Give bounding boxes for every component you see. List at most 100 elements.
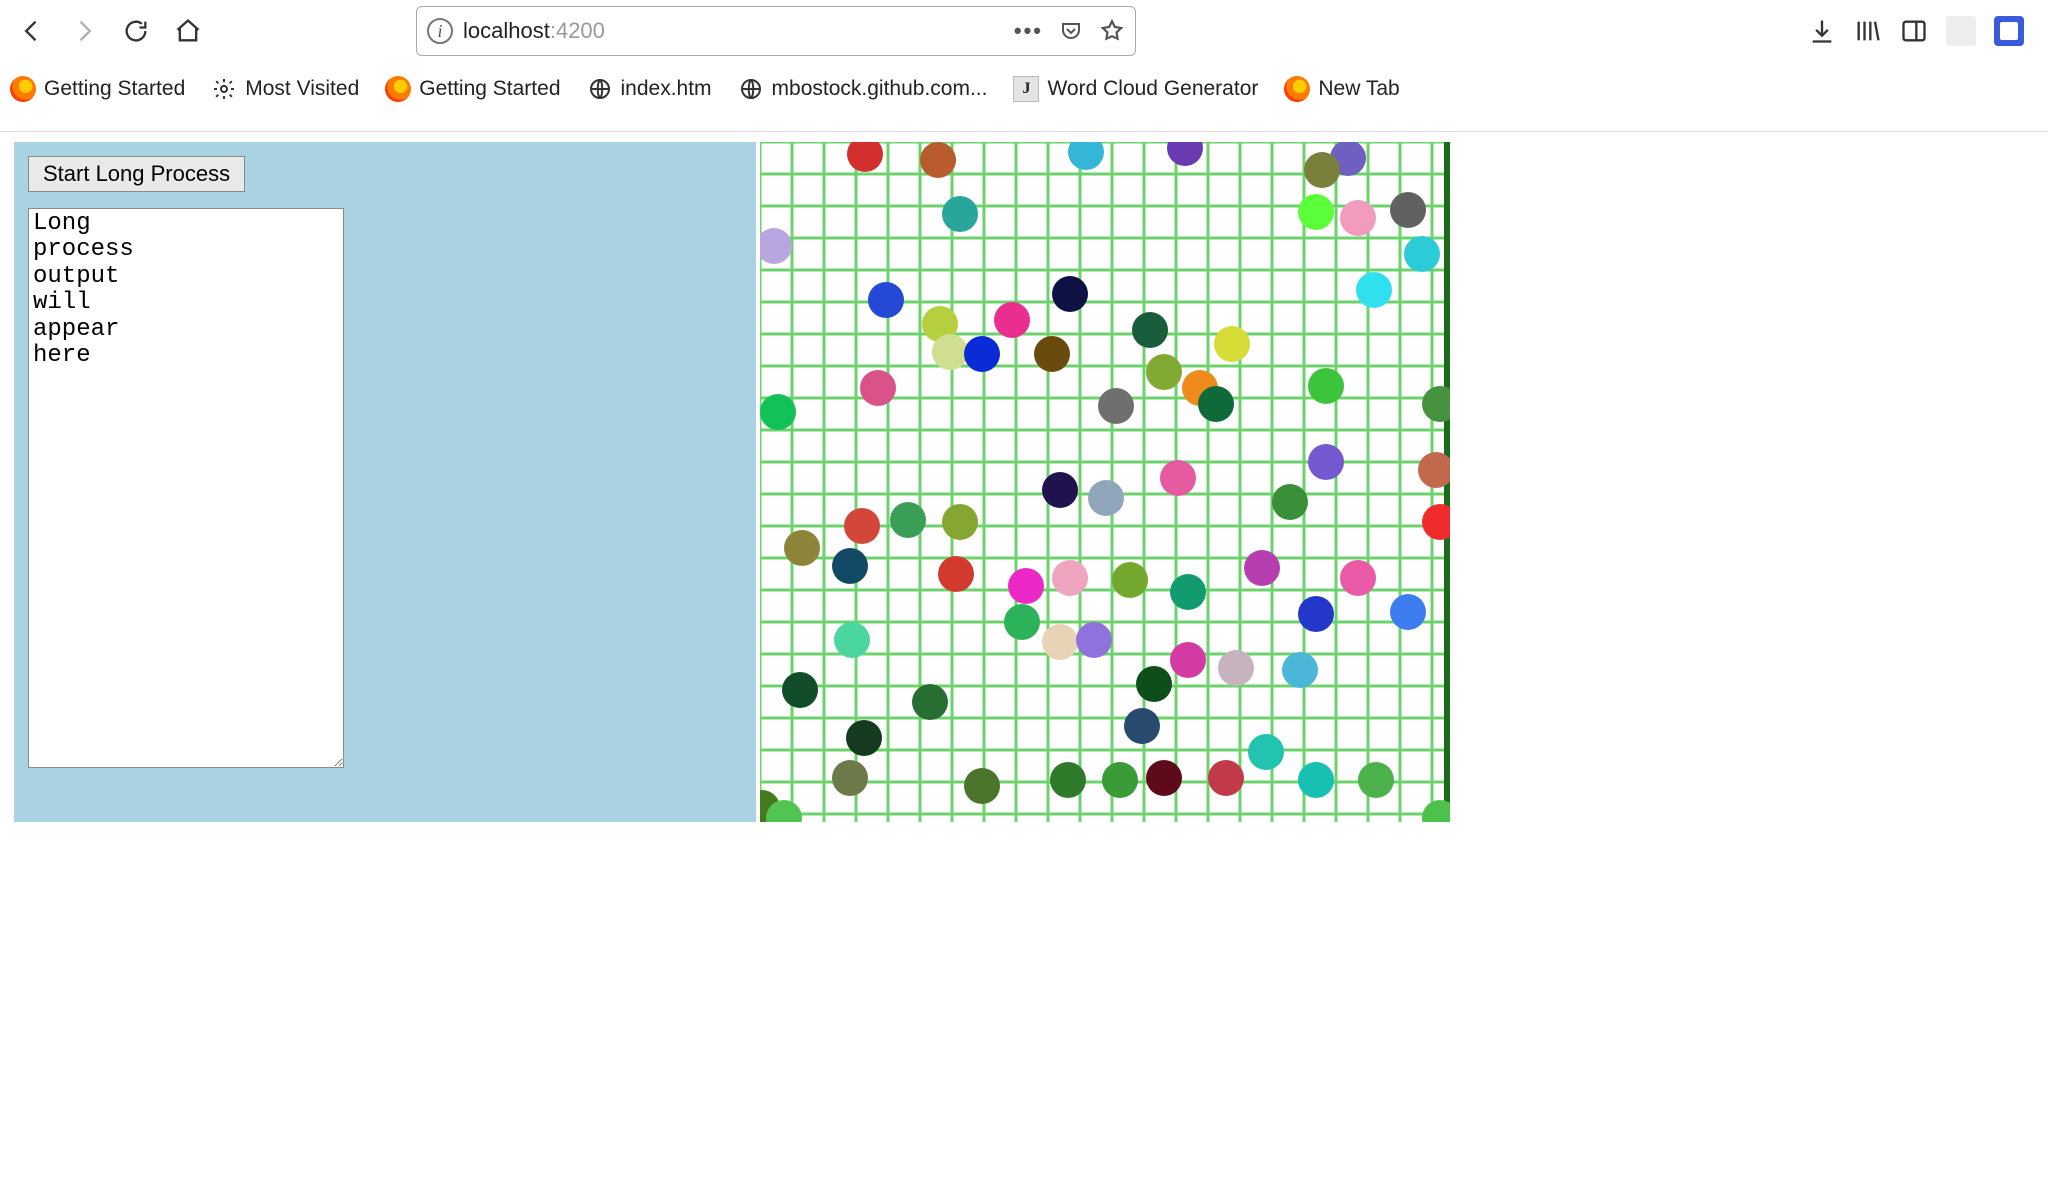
data-point: [1422, 800, 1450, 822]
star-icon[interactable]: [1099, 18, 1125, 44]
bookmark-index-htm[interactable]: index.htm: [587, 76, 712, 102]
globe-icon: [738, 76, 764, 102]
data-point: [1298, 596, 1334, 632]
nav-row: i localhost:4200 •••: [0, 0, 2048, 62]
forward-button[interactable]: [60, 7, 108, 55]
data-point: [1340, 200, 1376, 236]
data-point: [1170, 642, 1206, 678]
left-panel: Start Long Process: [14, 142, 756, 822]
reload-button[interactable]: [112, 7, 160, 55]
data-point: [760, 228, 792, 264]
pocket-icon[interactable]: [1059, 19, 1083, 43]
data-point: [844, 508, 880, 544]
data-point: [1042, 624, 1078, 660]
info-icon[interactable]: i: [427, 18, 453, 44]
bookmark-label: Getting Started: [419, 77, 560, 101]
data-point: [1124, 708, 1160, 744]
data-point: [1102, 762, 1138, 798]
firefox-icon: [385, 76, 411, 102]
firefox-icon: [1284, 76, 1310, 102]
data-point: [832, 548, 868, 584]
data-point: [1004, 604, 1040, 640]
toolbar-right: [1808, 16, 2040, 46]
data-point: [1098, 388, 1134, 424]
data-point: [890, 502, 926, 538]
data-point: [1248, 734, 1284, 770]
back-icon: [18, 17, 46, 45]
globe-icon: [587, 76, 613, 102]
back-button[interactable]: [8, 7, 56, 55]
data-point: [1146, 354, 1182, 390]
url-host: localhost:4200: [463, 18, 605, 44]
data-point: [1068, 142, 1104, 170]
data-point: [938, 556, 974, 592]
data-point: [1308, 368, 1344, 404]
ellipsis-icon[interactable]: •••: [1014, 18, 1043, 44]
data-point: [1418, 452, 1450, 488]
data-point: [760, 394, 796, 430]
data-point: [1112, 562, 1148, 598]
data-point: [1132, 312, 1168, 348]
url-bar-actions: •••: [1014, 18, 1125, 44]
bookmark-new-tab[interactable]: New Tab: [1284, 76, 1399, 102]
letter-J-icon: J: [1013, 76, 1039, 102]
data-point: [1244, 550, 1280, 586]
data-point: [1304, 152, 1340, 188]
downloads-icon[interactable]: [1808, 17, 1836, 45]
forward-icon: [70, 17, 98, 45]
bookmark-label: New Tab: [1318, 77, 1399, 101]
data-point: [1198, 386, 1234, 422]
data-point: [1282, 652, 1318, 688]
data-point: [1422, 504, 1450, 540]
bookmark-getting-started-2[interactable]: Getting Started: [385, 76, 560, 102]
data-point: [1076, 622, 1112, 658]
data-point: [912, 684, 948, 720]
data-point: [1356, 272, 1392, 308]
data-point: [1358, 762, 1394, 798]
library-icon[interactable]: [1854, 17, 1882, 45]
data-point: [932, 334, 968, 370]
bookmark-label: Word Cloud Generator: [1047, 77, 1258, 101]
data-point: [860, 370, 896, 406]
data-point: [1298, 762, 1334, 798]
bookmark-getting-started-1[interactable]: Getting Started: [10, 76, 185, 102]
data-point: [1052, 276, 1088, 312]
bookmark-label: Getting Started: [44, 77, 185, 101]
extension-icon[interactable]: [1946, 16, 1976, 46]
visualization-panel: [760, 142, 1450, 822]
data-point: [834, 622, 870, 658]
data-point: [964, 336, 1000, 372]
data-point: [847, 142, 883, 172]
data-point: [942, 196, 978, 232]
data-point: [1272, 484, 1308, 520]
browser-chrome: i localhost:4200 ••• Getting Started Mo: [0, 0, 2048, 132]
start-long-process-button[interactable]: Start Long Process: [28, 156, 245, 192]
data-point: [1170, 574, 1206, 610]
data-point: [1008, 568, 1044, 604]
bookmark-mbostock[interactable]: mbostock.github.com...: [738, 76, 988, 102]
bookmark-most-visited[interactable]: Most Visited: [211, 76, 359, 102]
bookmark-label: mbostock.github.com...: [772, 77, 988, 101]
data-point: [1298, 194, 1334, 230]
process-output-textarea[interactable]: [28, 208, 344, 768]
data-point: [1052, 560, 1088, 596]
data-point: [1340, 560, 1376, 596]
data-point: [1218, 650, 1254, 686]
scatter-grid-svg: [760, 142, 1450, 822]
data-point: [1034, 336, 1070, 372]
home-button[interactable]: [164, 7, 212, 55]
page-body: Start Long Process: [0, 132, 2048, 1182]
sidebar-icon[interactable]: [1900, 17, 1928, 45]
data-point: [782, 672, 818, 708]
data-point: [1136, 666, 1172, 702]
home-icon: [174, 17, 202, 45]
gear-icon: [211, 76, 237, 102]
grid-extension-icon[interactable]: [1994, 16, 2024, 46]
bookmark-label: Most Visited: [245, 77, 359, 101]
url-bar[interactable]: i localhost:4200 •••: [416, 6, 1136, 56]
data-point: [784, 530, 820, 566]
bookmark-word-cloud[interactable]: J Word Cloud Generator: [1013, 76, 1258, 102]
data-point: [1390, 192, 1426, 228]
data-point: [846, 720, 882, 756]
data-point: [1404, 236, 1440, 272]
